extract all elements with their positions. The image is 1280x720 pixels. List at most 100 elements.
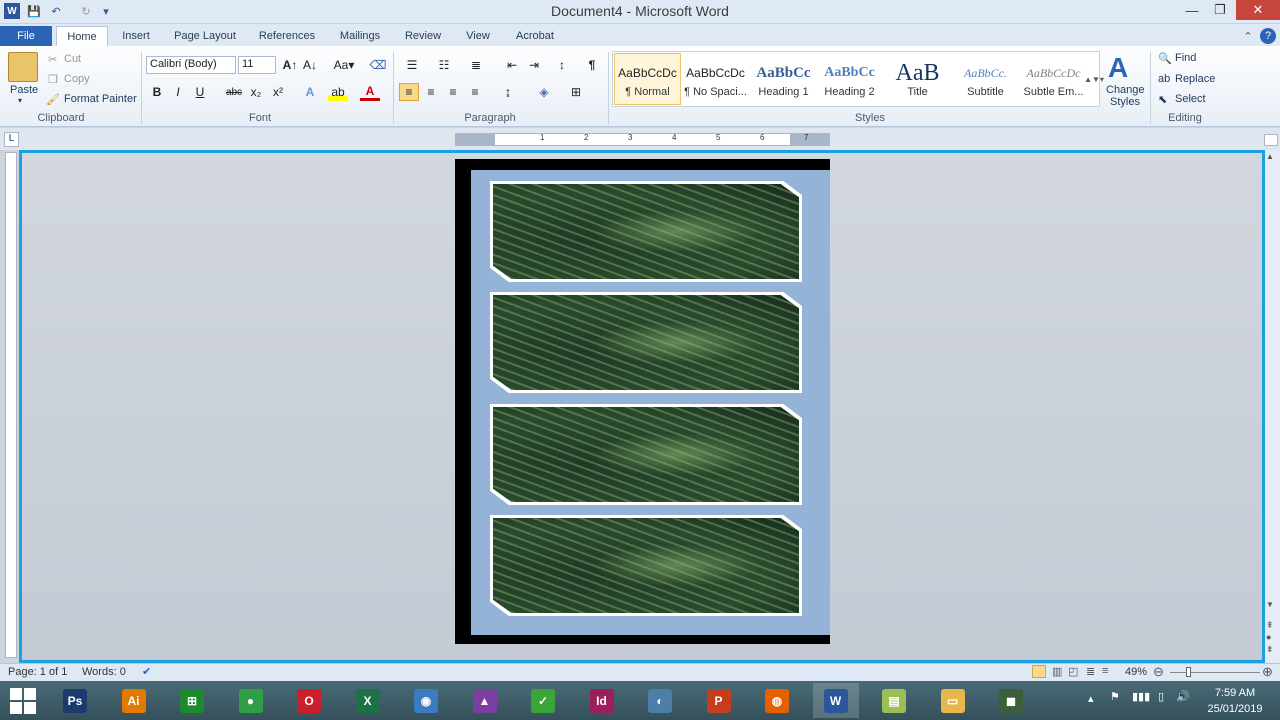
font-size-combo[interactable]: 11 xyxy=(238,56,276,74)
taskbar-app-powerpoint[interactable]: P xyxy=(696,683,742,718)
zoom-level[interactable]: 49% xyxy=(1125,666,1147,678)
draft-icon[interactable]: ≡ xyxy=(1102,665,1108,677)
bold-button[interactable]: B xyxy=(147,83,167,101)
align-center-icon[interactable]: ≡ xyxy=(421,83,441,101)
font-color-icon[interactable]: A xyxy=(360,83,380,101)
select-icon[interactable]: ⬉ xyxy=(1158,93,1167,106)
numbering-icon[interactable]: ☷ xyxy=(434,56,454,74)
copy-icon[interactable]: ❐ xyxy=(48,73,58,86)
subscript-button[interactable]: x₂ xyxy=(246,83,266,101)
show-formatting-icon[interactable]: ¶ xyxy=(582,56,602,74)
format-painter-button[interactable]: Format Painter xyxy=(64,93,137,105)
replace-icon[interactable]: ab xyxy=(1158,73,1170,85)
taskbar-app-photos[interactable]: ▲ xyxy=(462,683,508,718)
find-icon[interactable]: 🔍 xyxy=(1158,52,1172,65)
align-right-icon[interactable]: ≡ xyxy=(443,83,463,101)
find-button[interactable]: Find xyxy=(1175,52,1196,64)
taskbar-app-indesign[interactable]: Id xyxy=(579,683,625,718)
tab-review[interactable]: Review xyxy=(400,26,446,46)
zoom-slider-thumb[interactable] xyxy=(1186,667,1191,677)
paste-dropdown-icon[interactable]: ▾ xyxy=(18,96,22,105)
align-left-icon[interactable]: ≡ xyxy=(399,83,419,101)
flag-icon[interactable]: ⚑ xyxy=(1110,690,1120,703)
tray-expand-icon[interactable]: ▴ xyxy=(1088,692,1094,705)
font-family-combo[interactable]: Calibri (Body) xyxy=(146,56,236,74)
vertical-scrollbar[interactable] xyxy=(1265,150,1280,663)
print-layout-icon[interactable] xyxy=(1032,665,1046,678)
help-icon[interactable]: ? xyxy=(1260,28,1276,44)
highlight-icon[interactable]: ab xyxy=(328,83,348,101)
browse-object-icon[interactable]: ● xyxy=(1266,632,1271,642)
fern-image-panel[interactable] xyxy=(490,515,802,616)
volume-icon[interactable]: 🔊 xyxy=(1176,690,1190,703)
taskbar-app-notes[interactable]: ▤ xyxy=(871,683,917,718)
bullets-icon[interactable]: ☰ xyxy=(402,56,422,74)
shrink-font-icon[interactable]: A↓ xyxy=(300,56,320,74)
taskbar-app-chat[interactable]: ◐ xyxy=(637,683,683,718)
justify-icon[interactable]: ≡ xyxy=(465,83,485,101)
styles-scroll-icon[interactable]: ▲▼▾ xyxy=(1084,53,1104,105)
fern-image-panel[interactable] xyxy=(490,181,802,282)
tab-acrobat[interactable]: Acrobat xyxy=(510,26,560,46)
tab-file[interactable]: File xyxy=(0,26,52,46)
style-heading-1[interactable]: AaBbCc Heading 1 xyxy=(750,53,817,105)
grow-font-icon[interactable]: A↑ xyxy=(280,56,300,74)
tab-selector-icon[interactable]: L xyxy=(4,132,19,147)
taskbar-app-explorer[interactable]: ▭ xyxy=(930,683,976,718)
italic-button[interactable]: I xyxy=(168,83,188,101)
taskbar-app-opera[interactable]: O xyxy=(286,683,332,718)
tab-view[interactable]: View xyxy=(460,26,496,46)
clock-time[interactable]: 7:59 AM xyxy=(1204,687,1266,699)
cut-button[interactable]: Cut xyxy=(64,53,81,65)
text-effects-icon[interactable]: A xyxy=(300,83,320,101)
full-screen-reading-icon[interactable]: ▥ xyxy=(1052,665,1062,678)
proofing-icon[interactable]: ✔ xyxy=(142,665,151,678)
outline-icon[interactable]: ≣ xyxy=(1086,665,1095,678)
style-no-spacing[interactable]: AaBbCcDc ¶ No Spaci... xyxy=(682,53,749,105)
increase-indent-icon[interactable]: ⇥ xyxy=(524,56,544,74)
copy-button[interactable]: Copy xyxy=(64,73,90,85)
zoom-out-icon[interactable]: ⊖ xyxy=(1153,664,1164,680)
taskbar-app-camtasia[interactable]: ◼ xyxy=(988,683,1034,718)
clock-date[interactable]: 25/01/2019 xyxy=(1204,703,1266,715)
taskbar-app-firefox[interactable]: ◍ xyxy=(754,683,800,718)
restore-button[interactable]: ❐ xyxy=(1206,0,1234,20)
format-painter-icon[interactable]: 🖌 xyxy=(46,93,60,106)
tab-insert[interactable]: Insert xyxy=(116,26,156,46)
next-page-icon[interactable]: ⇟ xyxy=(1266,644,1274,655)
decrease-indent-icon[interactable]: ⇤ xyxy=(502,56,522,74)
taskbar-app-excel[interactable]: X xyxy=(345,683,391,718)
multilevel-list-icon[interactable]: ≣ xyxy=(466,56,486,74)
line-spacing-icon[interactable]: ↨ xyxy=(498,83,518,101)
style-subtle-emphasis[interactable]: AaBbCcDc Subtle Em... xyxy=(1020,53,1087,105)
taskbar-app-store[interactable]: ⊞ xyxy=(169,683,215,718)
scroll-up-icon[interactable]: ▲ xyxy=(1266,152,1274,161)
tab-mailings[interactable]: Mailings xyxy=(334,26,386,46)
taskbar-app-photoshop[interactable]: Ps xyxy=(52,683,98,718)
clear-formatting-icon[interactable]: ⌫ xyxy=(368,56,388,74)
battery-icon[interactable]: ▯ xyxy=(1158,690,1164,703)
taskbar-app-illustrator[interactable]: Ai xyxy=(111,683,157,718)
replace-button[interactable]: Replace xyxy=(1175,73,1215,85)
word-count[interactable]: Words: 0 xyxy=(82,666,126,678)
tab-references[interactable]: References xyxy=(254,26,320,46)
web-layout-icon[interactable]: ◰ xyxy=(1068,665,1078,678)
style-heading-2[interactable]: AaBbCc Heading 2 xyxy=(816,53,883,105)
zoom-in-icon[interactable]: ⊕ xyxy=(1262,664,1273,680)
close-button[interactable]: ✕ xyxy=(1236,0,1280,20)
taskbar-app-camera[interactable]: ◉ xyxy=(403,683,449,718)
taskbar-app-chrome[interactable]: ● xyxy=(228,683,274,718)
page-count[interactable]: Page: 1 of 1 xyxy=(8,666,67,678)
change-styles-button[interactable]: Change Styles xyxy=(1106,84,1145,108)
scroll-down-icon[interactable]: ▼ xyxy=(1266,600,1274,609)
sort-icon[interactable]: ↕ xyxy=(552,56,572,74)
view-ruler-icon[interactable] xyxy=(1264,134,1278,146)
zoom-slider[interactable] xyxy=(1170,672,1260,673)
select-button[interactable]: Select xyxy=(1175,93,1206,105)
previous-page-icon[interactable]: ⇞ xyxy=(1266,620,1274,631)
strikethrough-button[interactable]: abc xyxy=(222,83,246,101)
style-title[interactable]: AaB Title xyxy=(884,53,951,105)
superscript-button[interactable]: x² xyxy=(268,83,288,101)
fern-image-panel[interactable] xyxy=(490,292,802,393)
taskbar-app-word[interactable]: W xyxy=(812,683,859,718)
